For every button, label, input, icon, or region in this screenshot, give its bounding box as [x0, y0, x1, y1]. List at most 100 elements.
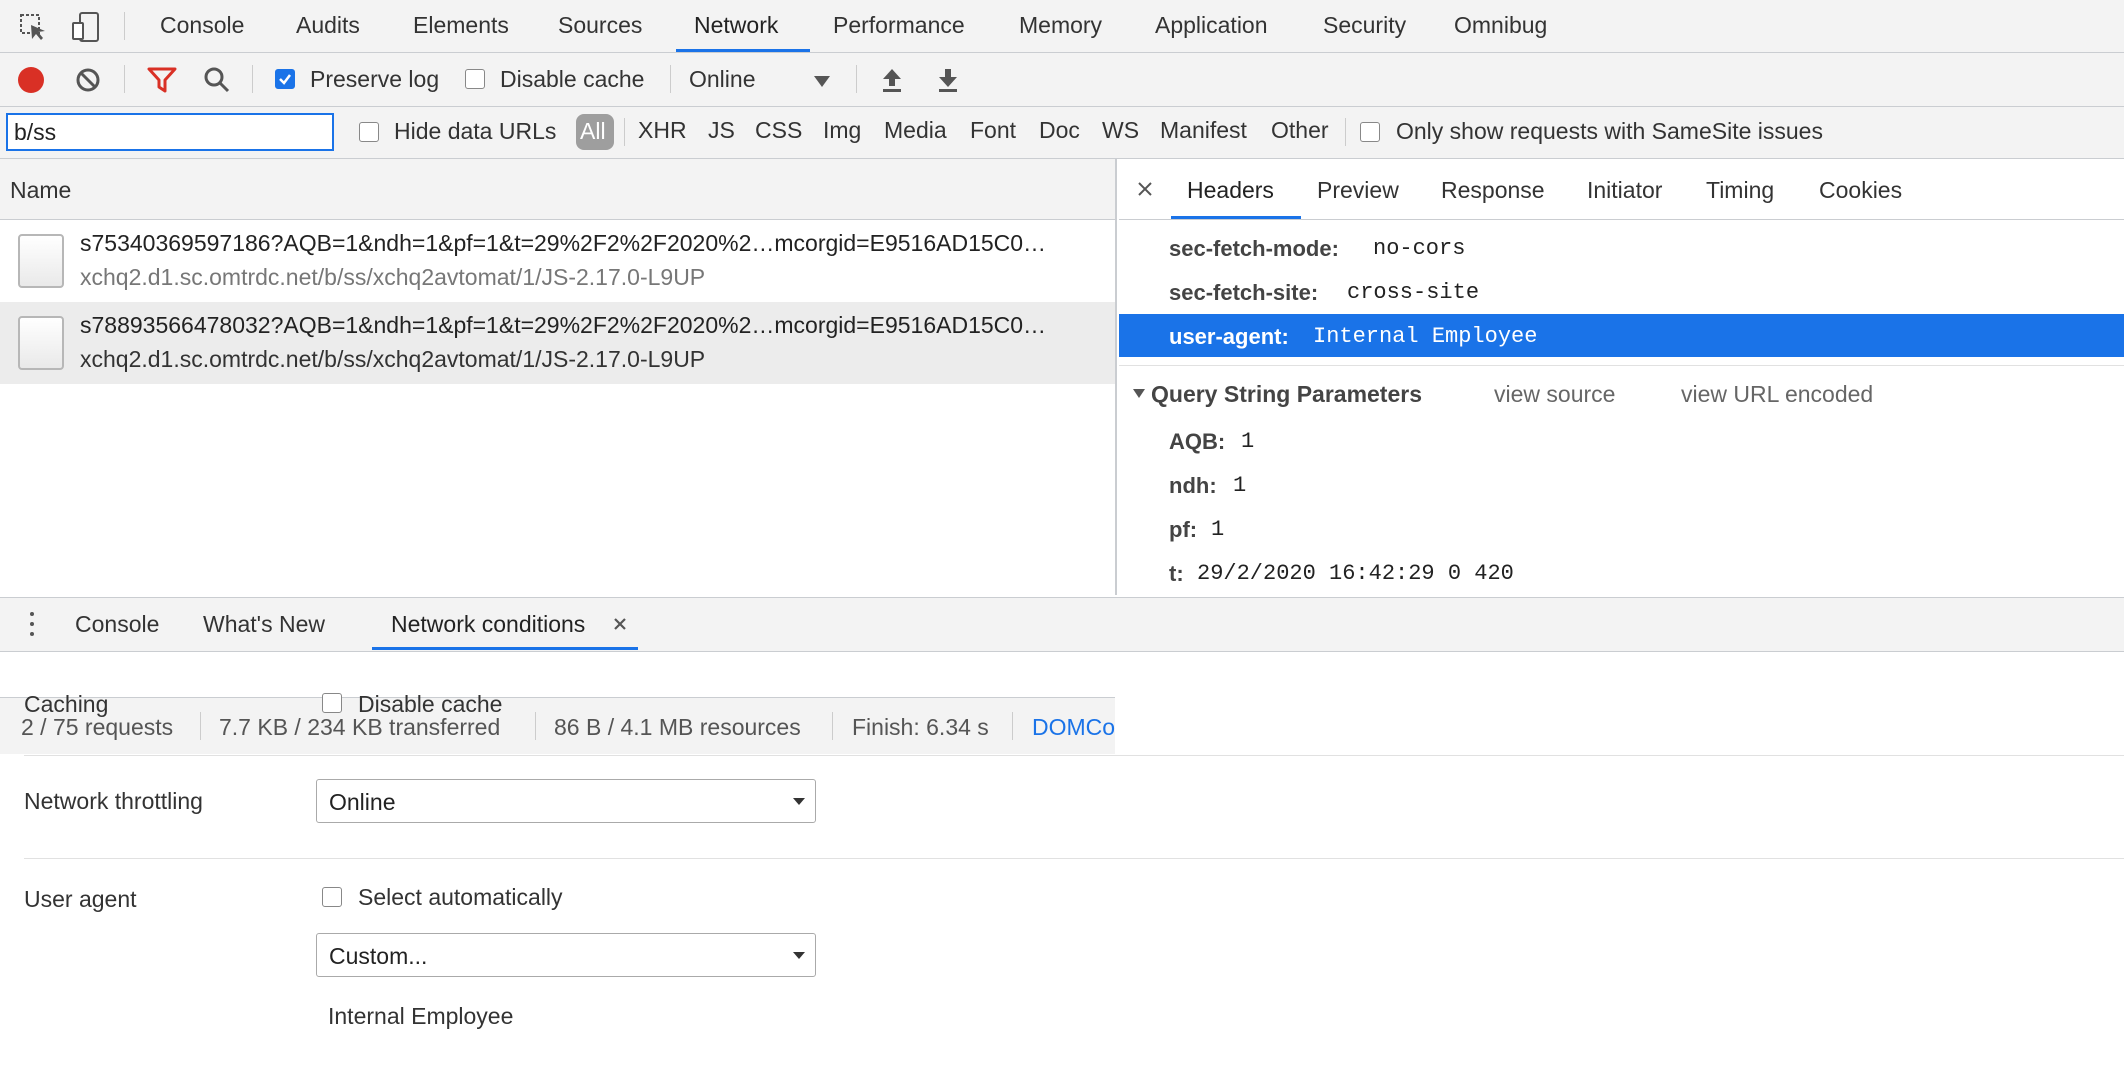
query-string-title[interactable]: Query String Parameters [1151, 381, 1422, 408]
header-value: cross-site [1347, 280, 1480, 305]
tab-headers[interactable]: Headers [1187, 177, 1274, 204]
import-har-icon[interactable] [878, 65, 906, 95]
request-detail-panel: Headers Preview Response Initiator Timin… [1119, 159, 2124, 595]
param-value: 1 [1211, 517, 1225, 542]
drawer-menu-icon[interactable] [28, 611, 36, 639]
filter-bar: Hide data URLs All XHR JS CSS Img Media … [0, 107, 2124, 159]
throttling-value: Online [329, 789, 396, 815]
header-key: sec-fetch-site: [1169, 280, 1319, 305]
network-toolbar: Preserve log Disable cache Online [0, 53, 2124, 107]
param-key: pf: [1169, 517, 1198, 542]
type-xhr[interactable]: XHR [638, 117, 687, 144]
param-key: ndh: [1169, 473, 1217, 498]
preserve-log-checkbox[interactable] [275, 69, 295, 89]
tab-preview[interactable]: Preview [1317, 177, 1399, 204]
header-value: no-cors [1373, 236, 1466, 261]
disable-cache-checkbox[interactable] [465, 69, 485, 89]
record-button[interactable] [18, 67, 44, 93]
inspect-element-icon[interactable] [18, 12, 48, 42]
request-path: xchq2.d1.sc.omtrdc.net/b/ss/xchq2avtomat… [80, 346, 706, 372]
header-key: sec-fetch-mode: [1169, 236, 1339, 261]
filter-input[interactable] [6, 113, 334, 151]
header-value: Internal Employee [1313, 324, 1538, 349]
dropdown-caret-icon [793, 952, 805, 959]
request-name: s78893566478032?AQB=1&ndh=1&pf=1&t=29%2F… [80, 312, 1047, 338]
request-row[interactable]: s75340369597186?AQB=1&ndh=1&pf=1&t=29%2F… [0, 220, 1115, 302]
detail-tabbar: Headers Preview Response Initiator Timin… [1119, 159, 2124, 220]
request-row[interactable]: s78893566478032?AQB=1&ndh=1&pf=1&t=29%2F… [0, 302, 1115, 384]
samesite-label: Only show requests with SameSite issues [1396, 118, 1823, 144]
type-all-label: All [580, 118, 606, 144]
throttle-caret-icon[interactable] [814, 76, 830, 87]
tab-console[interactable]: Console [160, 12, 244, 39]
type-doc[interactable]: Doc [1039, 117, 1080, 144]
type-img[interactable]: Img [823, 117, 861, 144]
tab-response[interactable]: Response [1441, 177, 1545, 204]
tab-memory[interactable]: Memory [1019, 12, 1102, 39]
param-value: 1 [1241, 429, 1255, 454]
user-agent-label: User agent [24, 886, 137, 912]
drawer-disable-cache-checkbox[interactable] [322, 693, 342, 713]
tab-audits[interactable]: Audits [296, 12, 360, 39]
close-tab-icon[interactable] [611, 615, 629, 633]
tab-omnibug[interactable]: Omnibug [1454, 12, 1547, 39]
drawer-tab-console[interactable]: Console [75, 611, 159, 638]
tab-elements[interactable]: Elements [413, 12, 509, 39]
name-column-header[interactable]: Name [0, 159, 1115, 220]
select-automatically-checkbox[interactable] [322, 887, 342, 907]
tab-cookies[interactable]: Cookies [1819, 177, 1902, 204]
type-font[interactable]: Font [970, 117, 1016, 144]
select-automatically-label: Select automatically [358, 884, 563, 910]
network-throttling-label: Network throttling [24, 788, 203, 814]
drawer-tab-whats-new[interactable]: What's New [203, 611, 325, 638]
tab-initiator[interactable]: Initiator [1587, 177, 1662, 204]
tab-application[interactable]: Application [1155, 12, 1268, 39]
samesite-checkbox[interactable] [1360, 122, 1380, 142]
type-media[interactable]: Media [884, 117, 947, 144]
custom-user-agent-value[interactable]: Internal Employee [328, 1003, 513, 1030]
type-manifest[interactable]: Manifest [1160, 117, 1247, 144]
type-js[interactable]: JS [708, 117, 735, 144]
throttle-select[interactable]: Online [689, 66, 755, 93]
drawer-tabbar: Console What's New Network conditions [0, 597, 2124, 652]
close-icon[interactable] [1135, 179, 1155, 199]
drawer-active-underline [372, 647, 638, 650]
request-list-panel: Name s75340369597186?AQB=1&ndh=1&pf=1&t=… [0, 159, 1117, 754]
header-key: user-agent: [1169, 324, 1289, 349]
header-row-selected[interactable]: user-agent: Internal Employee [1119, 314, 2124, 357]
network-throttling-select[interactable]: Online [316, 779, 816, 823]
document-icon [18, 316, 64, 370]
tab-network[interactable]: Network [694, 12, 778, 39]
dropdown-caret-icon [793, 798, 805, 805]
view-url-encoded-link[interactable]: view URL encoded [1681, 381, 1873, 408]
param-key: t: [1169, 561, 1184, 586]
divider [24, 858, 2124, 859]
param-key: AQB: [1169, 429, 1226, 454]
disable-cache-label: Disable cache [500, 66, 645, 92]
search-icon[interactable] [202, 65, 232, 95]
clear-icon[interactable] [74, 66, 102, 94]
header-row: sec-fetch-mode: no-cors [1119, 231, 2124, 265]
drawer-tab-network-conditions[interactable]: Network conditions [391, 611, 585, 638]
type-ws[interactable]: WS [1102, 117, 1139, 144]
user-agent-select[interactable]: Custom... [316, 933, 816, 977]
tab-sources[interactable]: Sources [558, 12, 642, 39]
expand-triangle-icon[interactable] [1133, 389, 1145, 398]
caching-label: Caching [24, 691, 109, 717]
type-other[interactable]: Other [1271, 117, 1329, 144]
tab-security[interactable]: Security [1323, 12, 1406, 39]
document-icon [18, 234, 64, 288]
divider [24, 755, 2124, 756]
hide-data-urls-checkbox[interactable] [359, 122, 379, 142]
tab-timing[interactable]: Timing [1706, 177, 1774, 204]
network-conditions-panel: Caching Disable cache Network throttling… [0, 652, 2124, 1080]
name-header-label: Name [10, 177, 72, 203]
request-path: xchq2.d1.sc.omtrdc.net/b/ss/xchq2avtomat… [80, 264, 706, 290]
tab-performance[interactable]: Performance [833, 12, 965, 39]
filter-icon[interactable] [146, 65, 178, 95]
export-har-icon[interactable] [934, 65, 962, 95]
device-toolbar-icon[interactable] [70, 10, 102, 44]
type-css[interactable]: CSS [755, 117, 802, 144]
drawer-disable-cache-label: Disable cache [358, 691, 503, 717]
view-source-link[interactable]: view source [1494, 381, 1615, 408]
